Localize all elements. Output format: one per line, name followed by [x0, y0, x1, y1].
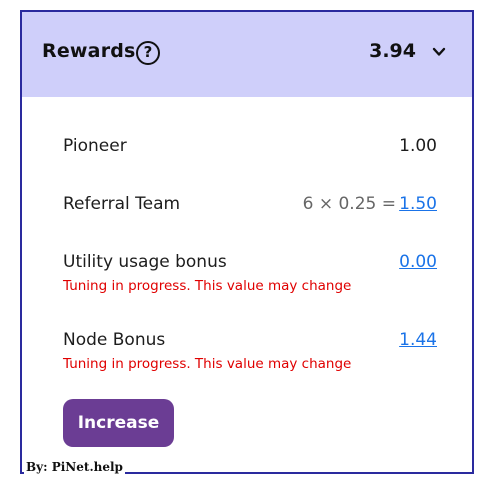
pioneer-value: 1.00 — [399, 136, 437, 156]
node-bonus-label: Node Bonus — [63, 330, 166, 350]
pioneer-label: Pioneer — [63, 136, 127, 156]
referral-team-calculation: 6 × 0.25 = — [302, 194, 396, 214]
utility-usage-bonus-warning: Tuning in progress. This value may chang… — [63, 278, 352, 294]
referral-team-value-link[interactable]: 1.50 — [399, 194, 437, 214]
rewards-title: Rewards — [42, 40, 136, 62]
help-icon[interactable]: ? — [136, 41, 160, 65]
node-bonus-value-link[interactable]: 1.44 — [399, 330, 437, 350]
node-bonus-warning: Tuning in progress. This value may chang… — [63, 356, 352, 372]
increase-button[interactable]: Increase — [63, 399, 174, 447]
rewards-total: 3.94 — [369, 40, 416, 62]
utility-usage-bonus-value-link[interactable]: 0.00 — [399, 252, 437, 272]
utility-usage-bonus-label: Utility usage bonus — [63, 252, 227, 272]
watermark-text: By: PiNet.help — [24, 460, 125, 474]
chevron-down-icon[interactable] — [432, 46, 446, 58]
referral-team-label: Referral Team — [63, 194, 181, 214]
rewards-header[interactable]: Rewards ? 3.94 — [22, 12, 472, 97]
rewards-card: Rewards ? 3.94 Pioneer 1.00 Referral Tea… — [20, 10, 474, 474]
